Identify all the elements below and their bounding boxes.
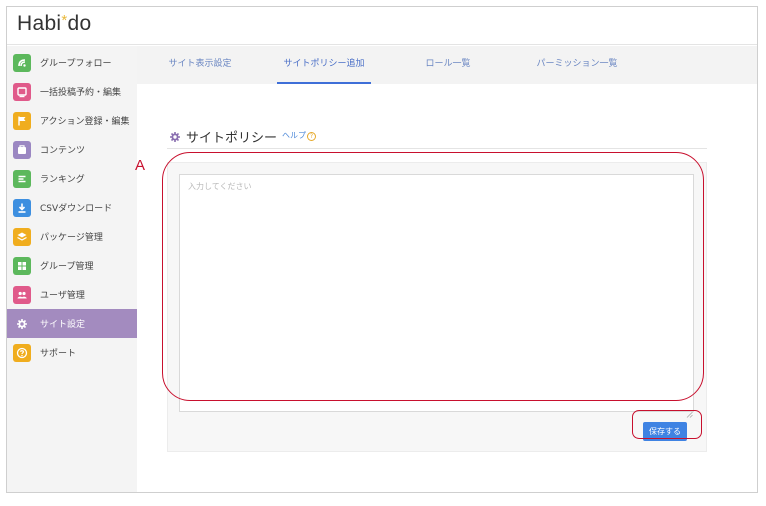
contents-icon	[13, 140, 31, 159]
tab-role-list[interactable]: ロール一覧	[422, 46, 474, 84]
gear-icon	[13, 314, 31, 333]
save-button[interactable]: 保存する	[643, 422, 687, 441]
tab-permission-list[interactable]: パーミッション一覧	[534, 46, 620, 84]
flag-icon	[13, 111, 31, 130]
section-header: サイトポリシー ヘルプ?	[169, 127, 317, 146]
annotation-label: A	[135, 157, 146, 174]
sidebar-item-action[interactable]: アクション登録・編集	[7, 106, 137, 135]
sidebar-item-label: グループフォロー	[40, 59, 112, 69]
sidebar-item-package[interactable]: パッケージ管理	[7, 222, 137, 251]
sidebar-item-site-settings[interactable]: サイト設定	[7, 309, 137, 338]
sidebar-item-label: ユーザ管理	[40, 291, 85, 301]
users-icon	[13, 285, 31, 304]
sidebar-item-support[interactable]: サポート	[7, 338, 137, 367]
sidebar-item-label: 一括投稿予約・編集	[40, 88, 122, 98]
policy-editor-panel: 保存する	[167, 162, 707, 452]
bulk-post-icon	[13, 82, 31, 101]
download-icon	[13, 198, 31, 217]
tab-site-display[interactable]: サイト表示設定	[160, 46, 240, 84]
tab-site-policy-add[interactable]: サイトポリシー追加	[277, 46, 371, 84]
help-link[interactable]: ヘルプ?	[282, 130, 317, 141]
gear-icon	[169, 131, 181, 143]
site-policy-textarea[interactable]	[179, 174, 694, 412]
page-title: サイトポリシー	[186, 131, 278, 146]
group-manage-icon	[13, 256, 31, 275]
sidebar-item-label: コンテンツ	[40, 146, 86, 156]
sidebar-item-users[interactable]: ユーザ管理	[7, 280, 137, 309]
logo-star: *	[61, 12, 68, 29]
sidebar-item-label: アクション登録・編集	[40, 117, 130, 127]
logo-text-suffix: do	[67, 12, 92, 35]
main-content: サイトポリシー ヘルプ? 保存する	[137, 84, 757, 492]
settings-tabs: サイト表示設定 サイトポリシー追加 ロール一覧 パーミッション一覧	[137, 46, 757, 84]
sidebar-item-label: サイト設定	[40, 320, 86, 330]
app-window: Habi*do グループフォロー 一括投稿予約・編集 アクション登録・編集 コン…	[6, 6, 758, 493]
logo-text-prefix: Habi	[17, 12, 62, 35]
sidebar-item-bulk-post[interactable]: 一括投稿予約・編集	[7, 77, 137, 106]
sidebar: グループフォロー 一括投稿予約・編集 アクション登録・編集 コンテンツ ランキン	[7, 46, 137, 492]
resize-handle-icon[interactable]	[686, 403, 693, 418]
sidebar-item-label: パッケージ管理	[40, 233, 103, 243]
sidebar-item-label: CSVダウンロード	[40, 204, 113, 214]
group-follow-icon	[13, 53, 31, 72]
app-logo[interactable]: Habi*do	[17, 12, 92, 36]
sidebar-item-label: ランキング	[40, 175, 85, 185]
sidebar-item-csv-download[interactable]: CSVダウンロード	[7, 193, 137, 222]
section-divider	[167, 148, 707, 149]
help-circle-icon	[13, 343, 31, 362]
help-circle-icon: ?	[307, 132, 317, 141]
sidebar-item-label: グループ管理	[40, 262, 94, 272]
sidebar-item-group-follow[interactable]: グループフォロー	[7, 48, 137, 77]
package-icon	[13, 227, 31, 246]
sidebar-item-label: サポート	[40, 349, 77, 359]
sidebar-item-ranking[interactable]: ランキング	[7, 164, 137, 193]
ranking-icon	[13, 169, 31, 188]
help-link-label: ヘルプ	[282, 131, 307, 140]
sidebar-item-contents[interactable]: コンテンツ	[7, 135, 137, 164]
sidebar-item-group-manage[interactable]: グループ管理	[7, 251, 137, 280]
app-header: Habi*do	[7, 7, 757, 45]
